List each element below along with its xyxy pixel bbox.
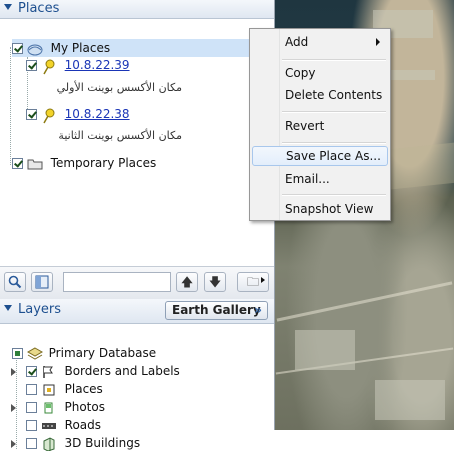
layer-item-places[interactable]: Places — [26, 380, 103, 398]
expand-icon[interactable] — [11, 367, 16, 376]
pushpin-icon — [41, 59, 57, 74]
folder-icon: 🗀 — [246, 275, 259, 289]
menu-item-delete-contents[interactable]: Delete Contents — [252, 85, 388, 105]
layer-item-roads[interactable]: Roads — [26, 416, 101, 434]
globe-folder-icon — [27, 42, 43, 56]
menu-item-copy[interactable]: Copy — [252, 63, 388, 83]
map-urban-area — [295, 330, 355, 370]
layers-header[interactable]: Layers Earth Gallery » — [0, 299, 274, 324]
search-button[interactable] — [4, 272, 26, 292]
placemark-1-checkbox[interactable] — [26, 60, 37, 71]
placemark-2-link[interactable]: 10.8.22.38 — [65, 107, 130, 121]
places-square-icon — [41, 383, 57, 397]
menu-item-add-label: Add — [285, 35, 309, 49]
primary-database-checkbox[interactable] — [12, 348, 23, 359]
layer-item-3d-buildings[interactable]: 3D Buildings — [11, 434, 140, 452]
menu-item-email[interactable]: Email... — [252, 169, 388, 189]
menu-item-add[interactable]: Add — [252, 32, 388, 52]
tree-item-temporary-places[interactable]: Temporary Places — [12, 154, 156, 172]
buildings-label: 3D Buildings — [64, 436, 141, 450]
placemark-2-description: مكان الأكسس بوينت الثانية — [58, 129, 182, 142]
borders-labels-checkbox[interactable] — [25, 366, 37, 377]
move-down-button[interactable]: 🡇 — [204, 272, 226, 292]
photos-label: Photos — [64, 400, 105, 414]
photos-checkbox[interactable] — [25, 402, 37, 413]
road-icon — [41, 419, 57, 433]
menu-item-revert[interactable]: Revert — [252, 116, 388, 136]
map-urban-area — [375, 380, 445, 420]
context-menu: Add Copy Delete Contents Revert Save Pla… — [249, 28, 391, 221]
places-toolbar: 🡅 🡇 🗀 — [0, 266, 274, 300]
layers-title-wrap: Layers — [4, 302, 61, 317]
collapse-icon[interactable] — [4, 305, 12, 311]
buildings-checkbox[interactable] — [25, 438, 37, 449]
layer-item-photos[interactable]: Photos — [11, 398, 105, 416]
map-road — [276, 281, 453, 322]
panel-toggle-button[interactable] — [31, 272, 53, 292]
places-title: Places — [18, 1, 60, 16]
folder-icon — [27, 157, 43, 171]
my-places-label: My Places — [50, 41, 111, 55]
layer-item-borders-and-labels[interactable]: Borders and Labels — [11, 362, 180, 380]
menu-arrow-icon — [261, 277, 265, 283]
places-search-input[interactable] — [63, 272, 171, 292]
arrow-up-icon: 🡅 — [180, 275, 194, 289]
temporary-places-label: Temporary Places — [50, 156, 157, 170]
arrow-down-icon: 🡇 — [208, 275, 222, 289]
magnifier-icon — [8, 275, 22, 289]
places-layer-checkbox[interactable] — [26, 384, 37, 395]
earth-gallery-label: Earth Gallery — [172, 303, 261, 317]
pushpin-icon — [41, 108, 57, 123]
roads-checkbox[interactable] — [26, 420, 37, 431]
layers-stack-icon — [26, 346, 43, 361]
collapse-icon[interactable] — [4, 4, 12, 10]
places-header[interactable]: Places — [0, 0, 274, 19]
expand-icon[interactable] — [11, 439, 16, 448]
earth-gallery-button[interactable]: Earth Gallery » — [165, 301, 268, 320]
submenu-arrow-icon — [376, 38, 380, 46]
layers-title: Layers — [18, 302, 62, 317]
placemark-1-link[interactable]: 10.8.22.39 — [65, 58, 130, 72]
panel-icon — [35, 275, 49, 289]
layer-item-primary-database[interactable]: Primary Database — [12, 344, 156, 362]
menu-separator — [282, 142, 386, 144]
sidebar: Places My Places 10.8.22.39 مكان الأكسس … — [0, 0, 275, 452]
folder-menu-button[interactable]: 🗀 — [237, 272, 269, 292]
menu-item-snapshot-view[interactable]: Snapshot View — [252, 199, 388, 219]
menu-separator — [282, 194, 386, 196]
tree-line — [10, 47, 11, 165]
move-up-button[interactable]: 🡅 — [176, 272, 198, 292]
expand-icon[interactable] — [11, 403, 16, 412]
my-places-checkbox[interactable] — [12, 43, 23, 54]
placemark-2-checkbox[interactable] — [26, 109, 37, 120]
photo-icon — [41, 401, 57, 415]
placemark-1-description: مكان الأكسس بوينت الأولي — [56, 81, 182, 94]
tree-item-placemark-1[interactable]: 10.8.22.39 — [26, 56, 130, 74]
tree-item-my-places[interactable]: My Places — [12, 39, 270, 57]
primary-database-label: Primary Database — [48, 346, 157, 360]
flag-icon — [41, 365, 57, 379]
temporary-places-checkbox[interactable] — [12, 158, 23, 169]
menu-separator — [282, 111, 386, 113]
borders-labels-label: Borders and Labels — [64, 364, 180, 378]
menu-item-save-place-as[interactable]: Save Place As... — [252, 146, 388, 166]
building-icon — [41, 436, 57, 452]
double-chevron-icon: » — [254, 303, 262, 317]
tree-item-placemark-2[interactable]: 10.8.22.38 — [26, 105, 130, 123]
menu-separator — [282, 59, 386, 61]
places-layer-label: Places — [64, 382, 103, 396]
